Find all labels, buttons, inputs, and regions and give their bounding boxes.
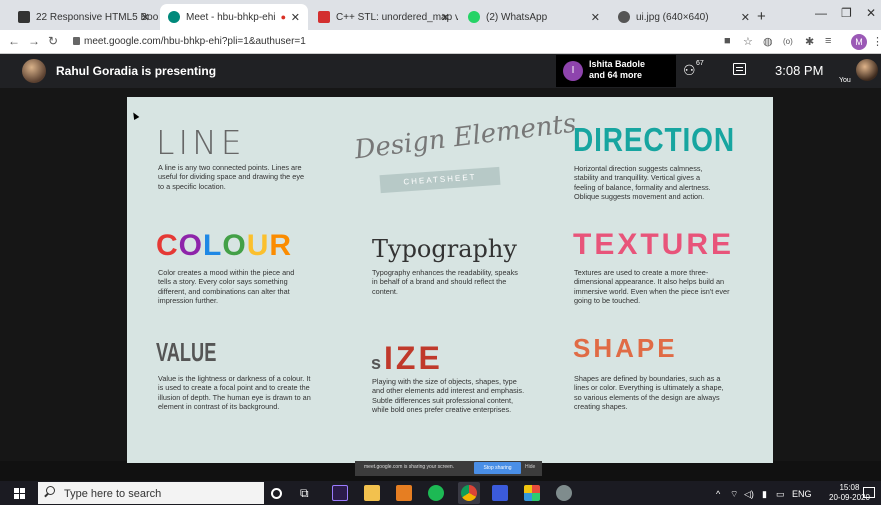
colour-heading-letter: O bbox=[222, 229, 247, 262]
spotify-icon[interactable] bbox=[428, 485, 444, 501]
close-tab-icon[interactable]: ✕ bbox=[591, 11, 600, 24]
tab-meet[interactable]: Meet - hbu-bhkp-ehi ● ✕ bbox=[160, 4, 308, 30]
line-heading: LINE bbox=[156, 123, 246, 162]
windows-start-icon[interactable] bbox=[14, 488, 25, 499]
lock-icon bbox=[73, 37, 80, 45]
colour-heading: COLOUR bbox=[156, 229, 292, 263]
store-icon[interactable] bbox=[524, 485, 540, 501]
close-tab-icon[interactable]: ✕ bbox=[141, 11, 150, 24]
share-status-text: meet.google.com is sharing your screen. bbox=[364, 464, 455, 470]
tray-volume-icon[interactable]: ◁) bbox=[744, 489, 754, 500]
size-heading-big: IZE bbox=[384, 340, 443, 376]
tray-battery-icon[interactable]: ▭ bbox=[776, 489, 785, 500]
media-queue-icon[interactable]: ≡ bbox=[825, 35, 831, 47]
size-description: Playing with the size of objects, shapes… bbox=[372, 377, 525, 414]
chrome-icon[interactable] bbox=[461, 485, 477, 501]
hide-share-bar-button[interactable]: Hide bbox=[525, 464, 535, 470]
colour-heading-letter: U bbox=[246, 229, 270, 262]
close-tab-icon[interactable]: ✕ bbox=[441, 11, 450, 24]
tab-bootstrap[interactable]: 22 Responsive HTML5 Bootstr ✕ bbox=[10, 4, 158, 30]
meeting-clock: 3:08 PM bbox=[775, 63, 824, 78]
shape-heading: SHAPE bbox=[573, 333, 678, 363]
minimize-icon[interactable]: — bbox=[815, 6, 827, 20]
camera-icon[interactable]: ■ bbox=[724, 35, 731, 47]
colour-heading-letter: L bbox=[203, 229, 223, 262]
close-tab-icon[interactable]: ✕ bbox=[741, 11, 750, 24]
participant-name: Ishita Badole bbox=[589, 59, 646, 69]
forward-icon[interactable]: → bbox=[28, 34, 40, 48]
tray-language[interactable]: ENG bbox=[792, 489, 812, 499]
extensions-puzzle-icon[interactable]: ✱ bbox=[805, 35, 814, 48]
menu-kebab-icon[interactable]: ⋮ bbox=[872, 35, 881, 48]
search-icon bbox=[46, 486, 55, 495]
tray-mic-icon[interactable]: ▮ bbox=[762, 489, 767, 500]
typography-description: Typography enhances the readability, spe… bbox=[372, 268, 518, 296]
close-tab-icon[interactable]: ✕ bbox=[291, 11, 300, 24]
reload-icon[interactable]: ↻ bbox=[48, 34, 58, 48]
typography-heading: Typography bbox=[372, 235, 517, 263]
after-effects-icon[interactable] bbox=[332, 485, 348, 501]
texture-description: Textures are used to create a more three… bbox=[574, 268, 730, 305]
tray-chevron-icon[interactable]: ^ bbox=[716, 489, 720, 499]
file-explorer-icon[interactable] bbox=[364, 485, 380, 501]
bookmark-star-icon[interactable]: ☆ bbox=[743, 35, 753, 48]
tray-wifi-icon[interactable]: ⌔ bbox=[730, 489, 738, 500]
whatsapp-favicon-icon bbox=[468, 11, 480, 23]
new-tab-icon[interactable]: + bbox=[757, 8, 766, 25]
recording-dot-icon: ● bbox=[280, 12, 286, 22]
sublime-text-icon[interactable] bbox=[396, 485, 412, 501]
restore-icon[interactable]: ❐ bbox=[841, 6, 852, 20]
size-heading: sIZE bbox=[371, 340, 443, 377]
code-editor-icon[interactable] bbox=[492, 485, 508, 501]
profile-avatar[interactable]: M bbox=[851, 34, 867, 50]
back-icon[interactable]: ← bbox=[8, 34, 20, 48]
participant-more: and 64 more bbox=[589, 70, 643, 80]
colour-heading-letter: O bbox=[178, 229, 204, 262]
globe-favicon-icon bbox=[618, 11, 630, 23]
meet-favicon-icon bbox=[168, 11, 180, 23]
direction-description: Horizontal direction suggests calmness, … bbox=[574, 164, 711, 201]
app-icon[interactable] bbox=[556, 485, 572, 501]
shape-description: Shapes are defined by boundaries, such a… bbox=[574, 374, 724, 411]
value-description: Value is the lightness or darkness of a … bbox=[158, 374, 311, 411]
stop-sharing-button[interactable]: Stop sharing bbox=[474, 462, 521, 474]
task-view-icon[interactable]: ⧉ bbox=[300, 486, 316, 502]
colour-heading-letter: C bbox=[156, 229, 179, 262]
taskbar-search-input[interactable]: Type here to search bbox=[64, 488, 161, 500]
chat-icon[interactable] bbox=[733, 63, 746, 75]
tab-title: C++ STL: unordered_map v/s bbox=[336, 11, 458, 23]
texture-heading: TEXTURE bbox=[573, 228, 735, 261]
tab-whatsapp[interactable]: (2) WhatsApp ✕ bbox=[460, 4, 608, 30]
self-label: You bbox=[839, 77, 851, 84]
extension-globe-icon[interactable]: ◍ bbox=[763, 35, 773, 48]
people-count: 67 bbox=[696, 60, 704, 67]
size-heading-small: s bbox=[371, 353, 385, 373]
youtube-favicon-icon bbox=[318, 11, 330, 23]
tab-title: Meet - hbu-bhkp-ehi bbox=[186, 11, 276, 23]
tab-title: 22 Responsive HTML5 Bootstr bbox=[36, 11, 158, 23]
presenting-label: Rahul Goradia is presenting bbox=[56, 64, 217, 78]
address-bar-row: ← → ↻ meet.google.com/hbu-bhkp-ehi?pli=1… bbox=[0, 30, 881, 54]
tab-title: ui.jpg (640×640) bbox=[636, 11, 709, 23]
tab-cpp-stl[interactable]: C++ STL: unordered_map v/s ✕ bbox=[310, 4, 458, 30]
self-video-tile[interactable] bbox=[856, 59, 878, 81]
browser-tab-strip: 22 Responsive HTML5 Bootstr ✕ Meet - hbu… bbox=[0, 0, 881, 30]
participant-summary[interactable]: Ishita Badole and 64 more bbox=[589, 59, 645, 81]
extension-cast-icon[interactable]: (o) bbox=[783, 37, 793, 46]
line-description: A line is any two connected points. Line… bbox=[158, 163, 305, 191]
people-icon[interactable]: ⚇ bbox=[683, 62, 696, 79]
notifications-icon[interactable] bbox=[863, 487, 875, 498]
participant-avatar: I bbox=[563, 61, 583, 81]
tab-title: (2) WhatsApp bbox=[486, 11, 548, 23]
cortana-icon[interactable] bbox=[271, 488, 282, 499]
value-heading: VALUE bbox=[156, 337, 217, 367]
colour-heading-letter: R bbox=[269, 229, 293, 262]
close-window-icon[interactable]: ✕ bbox=[866, 6, 876, 20]
colour-description: Color creates a mood within the piece an… bbox=[158, 268, 295, 305]
tab-ui-jpg[interactable]: ui.jpg (640×640) ✕ bbox=[610, 4, 758, 30]
tab-favicon-icon bbox=[18, 11, 30, 23]
direction-heading: DIRECTION bbox=[573, 121, 735, 158]
url-field[interactable]: meet.google.com/hbu-bhkp-ehi?pli=1&authu… bbox=[84, 36, 306, 47]
presenter-avatar bbox=[22, 59, 46, 83]
